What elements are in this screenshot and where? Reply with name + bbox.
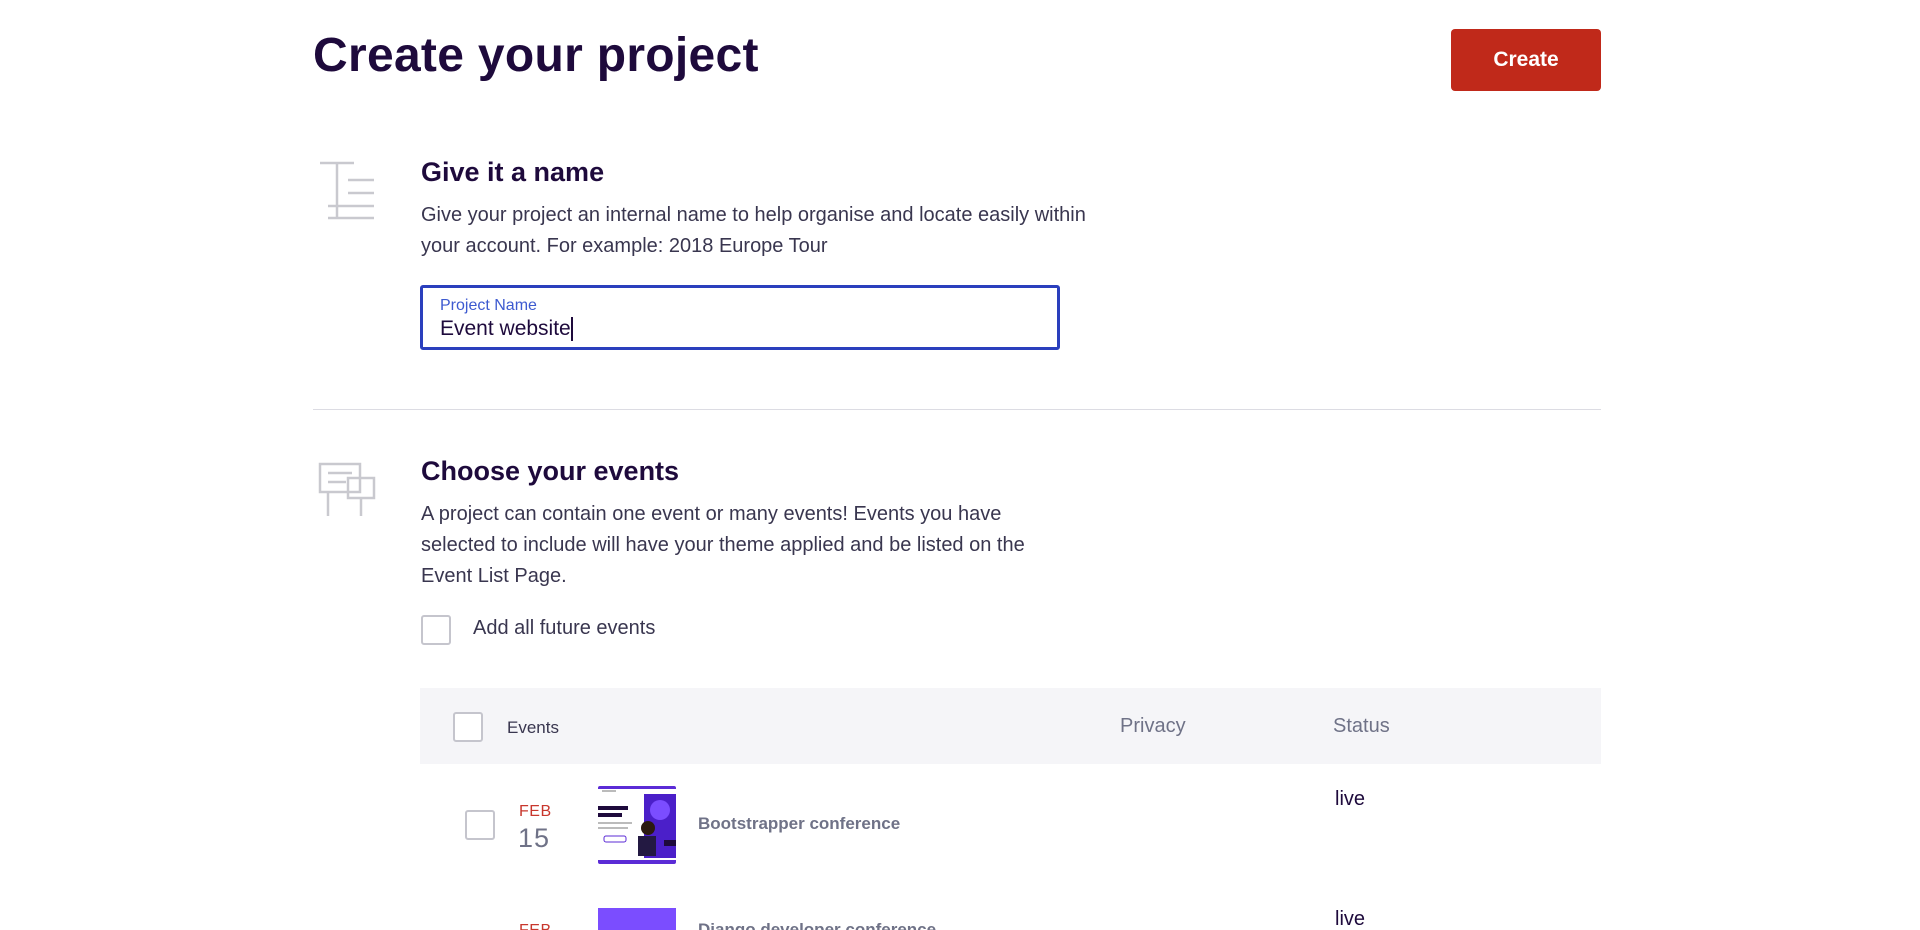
events-description-line-2: selected to include will have your theme… xyxy=(421,534,1025,556)
events-table-header: Events Privacy Status xyxy=(420,688,1601,764)
event-thumbnail xyxy=(598,786,676,864)
column-header-events[interactable]: Events xyxy=(507,718,559,738)
add-future-events-checkbox[interactable] xyxy=(421,615,451,645)
table-row[interactable]: FEB Django developer conference live xyxy=(420,882,1601,930)
page-title: Create your project xyxy=(313,29,759,82)
name-description-line-1: Give your project an internal name to he… xyxy=(421,204,1086,226)
create-button[interactable]: Create xyxy=(1451,29,1601,91)
name-description-line-2: your account. For example: 2018 Europe T… xyxy=(421,235,828,257)
add-future-events-label: Add all future events xyxy=(473,617,656,639)
event-thumbnail xyxy=(598,908,676,930)
events-description-line-1: A project can contain one event or many … xyxy=(421,503,1002,525)
section-divider xyxy=(313,409,1601,410)
event-name[interactable]: Bootstrapper conference xyxy=(698,814,900,834)
events-description-line-3: Event List Page. xyxy=(421,565,567,587)
select-all-events-checkbox[interactable] xyxy=(453,712,483,742)
section-title-events: Choose your events xyxy=(421,456,680,486)
column-header-status[interactable]: Status xyxy=(1333,715,1390,738)
event-name[interactable]: Django developer conference xyxy=(698,920,936,930)
column-header-privacy[interactable]: Privacy xyxy=(1120,715,1186,738)
project-name-field[interactable]: Project Name Event website xyxy=(420,285,1060,350)
signboard-icon xyxy=(318,462,376,523)
event-row-checkbox[interactable] xyxy=(465,810,495,840)
event-date-day: 15 xyxy=(518,823,551,853)
text-lines-icon xyxy=(318,160,376,227)
event-status: live xyxy=(1335,788,1366,810)
text-caret xyxy=(570,317,573,341)
event-date-month: FEB xyxy=(519,922,552,930)
table-row[interactable]: FEB 15 Bootstrapper conference live xyxy=(420,764,1601,882)
event-status: live xyxy=(1335,908,1366,930)
project-name-input[interactable]: Event website xyxy=(440,317,571,341)
section-title-name: Give it a name xyxy=(421,157,605,187)
project-name-label: Project Name xyxy=(440,297,537,314)
event-date-month: FEB xyxy=(519,803,552,820)
